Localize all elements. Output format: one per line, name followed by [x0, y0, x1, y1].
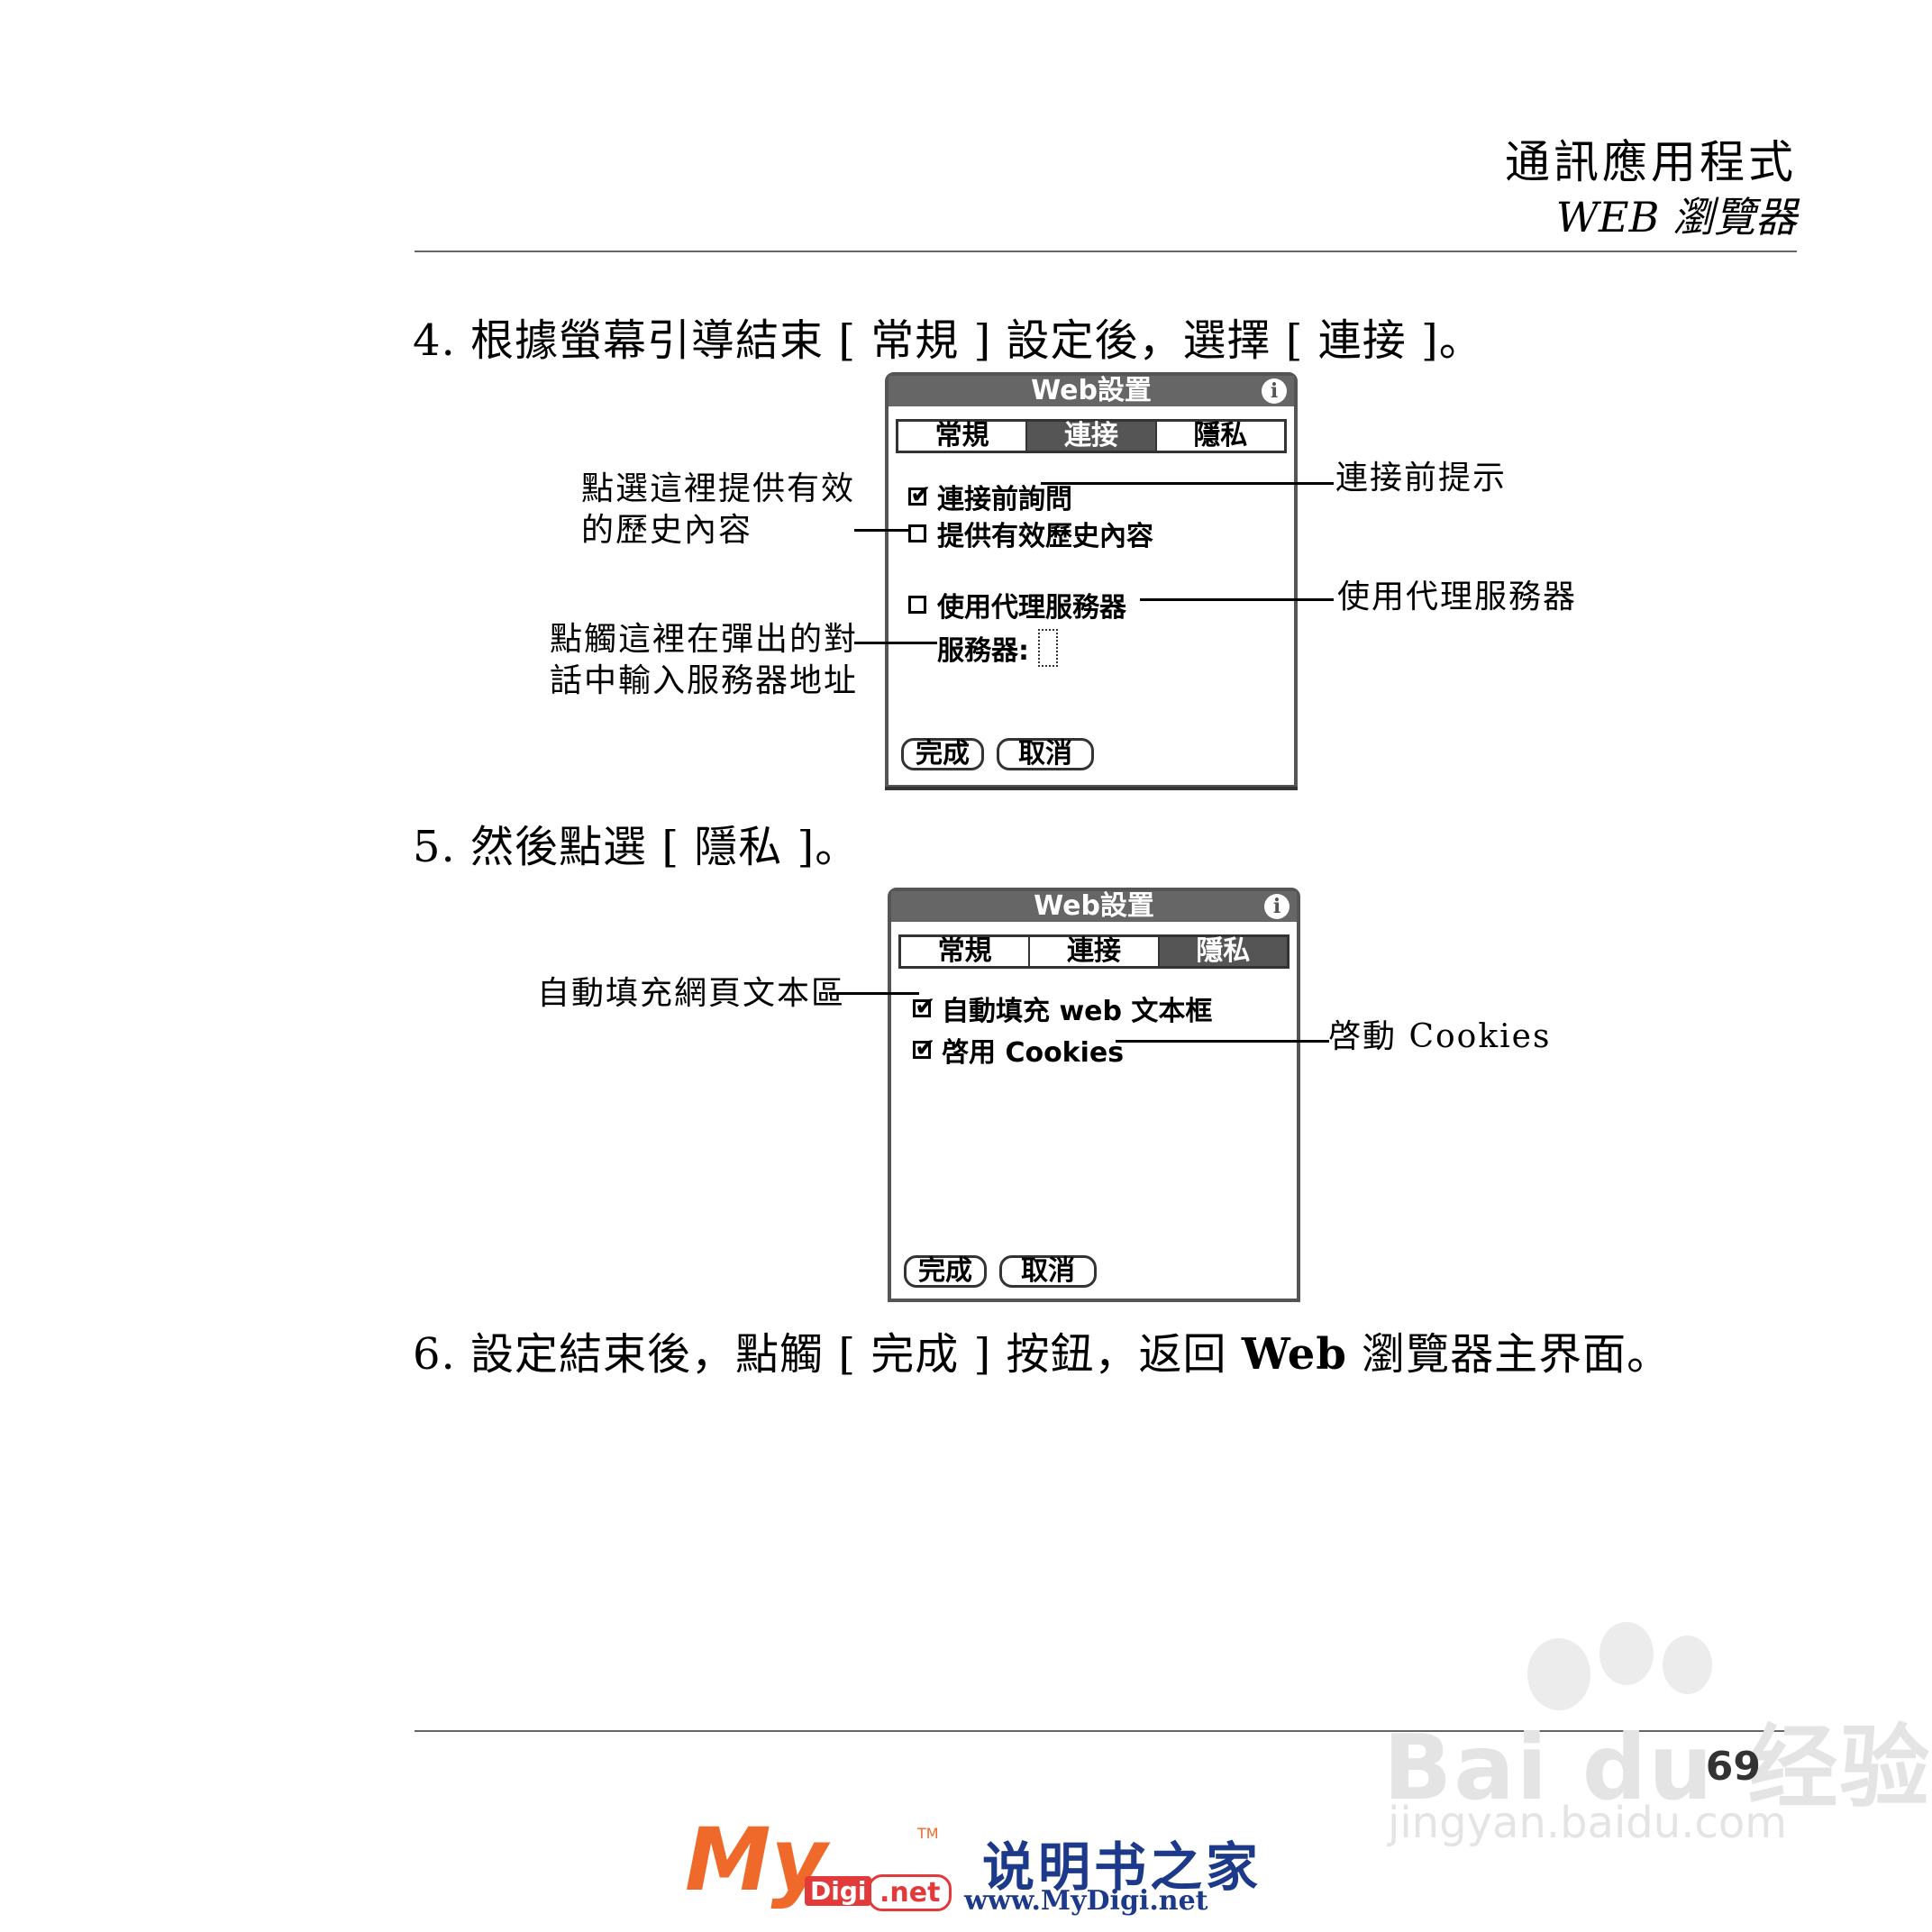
- option-autofill[interactable]: 自動填充 web 文本框: [913, 989, 1212, 1028]
- callout-proxy: 使用代理服務器: [1337, 579, 1578, 615]
- web-settings-screen-privacy: Web設置 i 常規 連接 隱私 自動填充 web 文本框 啓用 Cookies…: [888, 888, 1300, 1302]
- web-settings-screen-connect: Web設置 i 常規 連接 隱私 連接前詢問 提供有效歷史內容 使用代理服務器 …: [885, 372, 1298, 788]
- mydigi-logo-tm: TM: [917, 1825, 939, 1842]
- done-button[interactable]: 完成: [904, 1255, 987, 1288]
- callout-line-autofill: [829, 992, 919, 995]
- checkbox-unchecked-icon[interactable]: [908, 596, 926, 614]
- tab-general[interactable]: 常規: [898, 422, 1028, 451]
- header-rule: [415, 251, 1797, 252]
- server-input[interactable]: [1038, 629, 1058, 667]
- option-enable-cookies[interactable]: 啓用 Cookies: [913, 1030, 1124, 1070]
- callout-ask: 連接前提示: [1335, 460, 1508, 497]
- server-field-row: 服務器:: [937, 628, 1058, 668]
- cancel-button[interactable]: 取消: [999, 1255, 1097, 1288]
- tab-connect[interactable]: 連接: [1027, 422, 1157, 451]
- callout-autofill: 自動填充網頁文本區: [537, 975, 846, 1012]
- tab-privacy[interactable]: 隱私: [1159, 937, 1287, 966]
- server-label: 服務器:: [937, 635, 1029, 667]
- callout-line-ask: [1041, 482, 1334, 485]
- callout-server-line2: 話中輸入服務器地址: [550, 662, 859, 699]
- callout-server-line1: 點觸這裡在彈出的對: [550, 621, 859, 658]
- step-4-text: 4. 根據螢幕引導結束 [ 常規 ] 設定後，選擇 [ 連接 ]。: [413, 315, 1483, 366]
- callout-line-cookies: [1116, 1040, 1329, 1043]
- option-use-proxy[interactable]: 使用代理服務器: [908, 585, 1126, 624]
- mydigi-url: www.MyDigi.net: [964, 1885, 1208, 1917]
- callout-history-line1: 點選這裡提供有效: [581, 470, 856, 507]
- callout-history-line2: 的歷史內容: [581, 512, 753, 549]
- callout-cookies: 啓動 Cookies: [1328, 1018, 1552, 1055]
- info-icon[interactable]: i: [1262, 378, 1287, 404]
- option-provide-history[interactable]: 提供有效歷史內容: [908, 514, 1153, 553]
- callout-line-history: [854, 529, 908, 532]
- paw-watermark-icon: [1663, 1636, 1712, 1694]
- checkbox-checked-icon[interactable]: [908, 479, 931, 509]
- screen-title: Web設置: [1031, 375, 1152, 406]
- callout-line-proxy: [1140, 598, 1334, 601]
- screen-title-bar: Web設置 i: [891, 891, 1297, 922]
- tab-general[interactable]: 常規: [901, 937, 1031, 966]
- section-subtitle: WEB 瀏覽器: [1555, 193, 1797, 242]
- tab-privacy[interactable]: 隱私: [1157, 422, 1284, 451]
- checkbox-checked-icon[interactable]: [913, 991, 935, 1021]
- step-6-text: 6. 設定結束後，點觸 [ 完成 ] 按鈕，返回 Web 瀏覽器主界面。: [413, 1329, 1672, 1380]
- tab-connect[interactable]: 連接: [1030, 937, 1160, 966]
- page-number: 69: [1705, 1744, 1761, 1790]
- screen-title: Web設置: [1034, 890, 1154, 922]
- screen-bottom-edge: [885, 787, 1298, 790]
- section-title: 通訊應用程式: [1505, 136, 1797, 188]
- checkbox-unchecked-icon[interactable]: [908, 524, 926, 542]
- done-button[interactable]: 完成: [901, 738, 984, 770]
- baidu-watermark-url: jingyan.baidu.com: [1388, 1798, 1787, 1848]
- mydigi-logo-digi: Digi: [805, 1876, 872, 1906]
- callout-line-server: [854, 642, 937, 644]
- screen-title-bar: Web設置 i: [889, 376, 1294, 406]
- mydigi-logo-net: .net: [868, 1874, 952, 1911]
- step-5-text: 5. 然後點選 [ 隱私 ]。: [413, 822, 860, 872]
- info-icon[interactable]: i: [1264, 894, 1290, 919]
- paw-watermark-icon: [1599, 1622, 1654, 1685]
- settings-tabs: 常規 連接 隱私: [898, 934, 1290, 969]
- cancel-button[interactable]: 取消: [997, 738, 1094, 770]
- settings-tabs: 常規 連接 隱私: [896, 419, 1287, 453]
- checkbox-checked-icon[interactable]: [913, 1033, 935, 1062]
